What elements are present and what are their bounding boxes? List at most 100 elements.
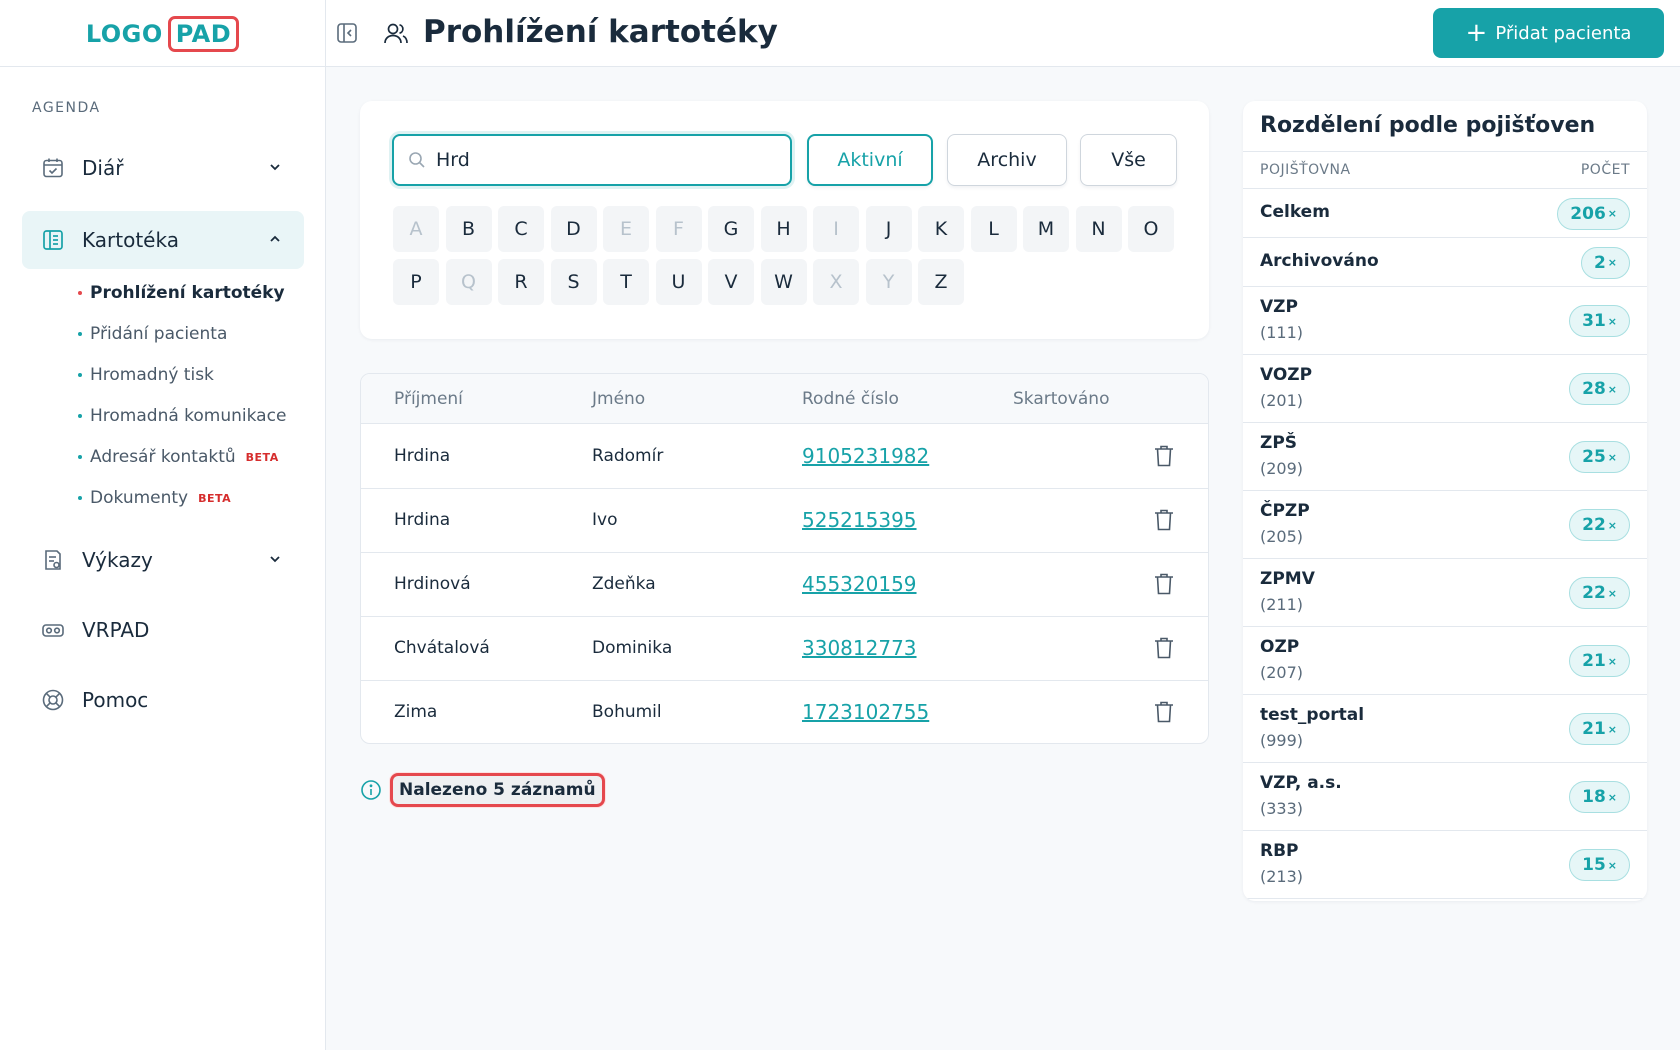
sidebar-subitem-pridani[interactable]: Přidání pacienta <box>78 324 227 344</box>
insurer-name: VOZP <box>1260 365 1313 385</box>
count-badge: 22 × <box>1569 577 1630 609</box>
sidebar-item-vrpad[interactable]: VRPAD <box>22 601 304 659</box>
patients-table: Příjmení Jméno Rodné číslo Skartováno Hr… <box>360 373 1209 744</box>
search-card: Aktivní Archiv Vše ABCDEFGHIJKLMNO PQRSTU… <box>360 101 1209 339</box>
bullet-dot <box>78 496 82 500</box>
sidebar-subitem-prohlizeni[interactable]: Prohlížení kartotéky <box>78 283 285 303</box>
insurer-name: OZP <box>1260 637 1300 657</box>
sidebar-item-vykazy[interactable]: Výkazy <box>22 531 304 589</box>
sidebar-item-label: Kartotéka <box>82 228 179 252</box>
letter-filter-s[interactable]: S <box>550 259 597 305</box>
insurer-code: (111) <box>1260 323 1304 342</box>
beta-badge: BETA <box>245 450 279 464</box>
col-header-count: POČET <box>1580 162 1630 178</box>
letter-filter-r[interactable]: R <box>498 259 544 305</box>
table-row[interactable]: Zima Bohumil 1723102755 <box>361 681 1208 743</box>
table-row[interactable]: Hrdina Radomír 9105231982 <box>361 425 1208 489</box>
insurance-row: ČPZP (205) 22 × <box>1243 491 1647 559</box>
letter-filter-g[interactable]: G <box>708 206 754 252</box>
count-badge: 21 × <box>1569 713 1630 745</box>
letter-filter-k[interactable]: K <box>918 206 964 252</box>
insurance-row: VZP, a.s. (333) 18 × <box>1243 763 1647 831</box>
insurance-row: test_portal (999) 21 × <box>1243 695 1647 763</box>
table-header: Příjmení Jméno Rodné číslo Skartováno <box>361 374 1208 424</box>
search-box[interactable] <box>392 134 792 186</box>
insurance-panel: Rozdělení podle pojišťoven POJIŠŤOVNA PO… <box>1243 101 1647 901</box>
count-value: 28 <box>1582 379 1606 399</box>
trash-icon[interactable] <box>1153 636 1175 660</box>
count-value: 18 <box>1582 787 1606 807</box>
sidebar-subitem-hromadny-tisk[interactable]: Hromadný tisk <box>78 365 214 385</box>
page-title: Prohlížení kartotéky <box>423 14 778 50</box>
count-badge: 22 × <box>1569 509 1630 541</box>
trash-icon[interactable] <box>1153 508 1175 532</box>
letter-filter-o[interactable]: O <box>1128 206 1174 252</box>
letter-filter-d[interactable]: D <box>550 206 597 252</box>
cell-surname: Zima <box>394 702 438 722</box>
bullet-dot <box>78 373 82 377</box>
table-row[interactable]: Hrdina Ivo 525215395 <box>361 489 1208 553</box>
search-icon <box>409 152 425 168</box>
cell-birth-number-link[interactable]: 9105231982 <box>802 444 929 468</box>
insurance-row: RBP (213) 15 × <box>1243 831 1647 899</box>
letter-filter-c[interactable]: C <box>498 206 544 252</box>
col-header-name[interactable]: Jméno <box>592 389 645 409</box>
results-count: Nalezeno 5 záznamů <box>390 773 605 807</box>
search-input[interactable] <box>436 149 776 171</box>
letter-filter-l[interactable]: L <box>970 206 1017 252</box>
cell-birth-number-link[interactable]: 1723102755 <box>802 700 929 724</box>
cell-birth-number-link[interactable]: 525215395 <box>802 508 917 532</box>
add-patient-button[interactable]: + Přidat pacienta <box>1433 8 1664 58</box>
cell-name: Radomír <box>592 446 664 466</box>
letter-filter-t[interactable]: T <box>603 259 649 305</box>
filter-active-button[interactable]: Aktivní <box>807 134 933 186</box>
sidebar-item-pomoc[interactable]: Pomoc <box>22 671 304 729</box>
info-icon <box>361 780 381 800</box>
logo[interactable]: LOGO PAD <box>86 15 240 52</box>
insurance-row: VZP (111) 31 × <box>1243 287 1647 355</box>
sidebar-item-kartoteka[interactable]: Kartotéka <box>22 211 304 269</box>
col-header-surname[interactable]: Příjmení <box>394 389 463 409</box>
count-value: 206 <box>1570 203 1606 224</box>
cell-name: Zdeňka <box>592 574 656 594</box>
letter-filter-p[interactable]: P <box>393 259 439 305</box>
insurer-code: (999) <box>1260 731 1304 750</box>
letter-filter-m[interactable]: M <box>1023 206 1069 252</box>
trash-icon[interactable] <box>1153 572 1175 596</box>
letter-filter-j[interactable]: J <box>865 206 912 252</box>
letter-filter-v[interactable]: V <box>708 259 754 305</box>
col-header-shredded[interactable]: Skartováno <box>1013 389 1109 409</box>
letter-filter-n[interactable]: N <box>1075 206 1122 252</box>
cell-name: Bohumil <box>592 702 662 722</box>
cell-surname: Hrdinová <box>394 574 471 594</box>
letter-filter-b[interactable]: B <box>445 206 492 252</box>
letter-filter-h[interactable]: H <box>760 206 807 252</box>
insurance-panel-title: Rozdělení podle pojišťoven <box>1260 113 1596 138</box>
report-icon <box>40 547 66 573</box>
letter-filter-u[interactable]: U <box>655 259 702 305</box>
col-header-birth-number[interactable]: Rodné číslo <box>802 389 899 409</box>
sidebar-subitem-dokumenty[interactable]: Dokumenty BETA <box>78 488 231 508</box>
sidebar-collapse-icon[interactable] <box>336 22 358 44</box>
logo-area: LOGO PAD <box>0 0 326 67</box>
insurance-row: OZP (207) 21 × <box>1243 627 1647 695</box>
sidebar-item-label: Pomoc <box>82 688 149 712</box>
table-row[interactable]: Hrdinová Zdeňka 455320159 <box>361 553 1208 617</box>
sidebar-item-diar[interactable]: Diář <box>22 139 304 197</box>
letter-filter-w[interactable]: W <box>760 259 807 305</box>
trash-icon[interactable] <box>1153 700 1175 724</box>
plus-icon: + <box>1465 18 1488 48</box>
cell-surname: Chvátalová <box>394 638 490 658</box>
cell-birth-number-link[interactable]: 455320159 <box>802 572 917 596</box>
filter-archive-button[interactable]: Archiv <box>947 134 1067 186</box>
bullet-dot <box>78 455 82 459</box>
table-row[interactable]: Chvátalová Dominika 330812773 <box>361 617 1208 681</box>
cell-name: Dominika <box>592 638 673 658</box>
letter-filter-z[interactable]: Z <box>918 259 964 305</box>
cell-birth-number-link[interactable]: 330812773 <box>802 636 917 660</box>
insurer-name: ZPMV <box>1260 569 1315 589</box>
sidebar-subitem-adresar[interactable]: Adresář kontaktů BETA <box>78 447 279 467</box>
sidebar-subitem-hromadna-komunikace[interactable]: Hromadná komunikace <box>78 406 286 426</box>
trash-icon[interactable] <box>1153 444 1175 468</box>
filter-all-button[interactable]: Vše <box>1080 134 1177 186</box>
